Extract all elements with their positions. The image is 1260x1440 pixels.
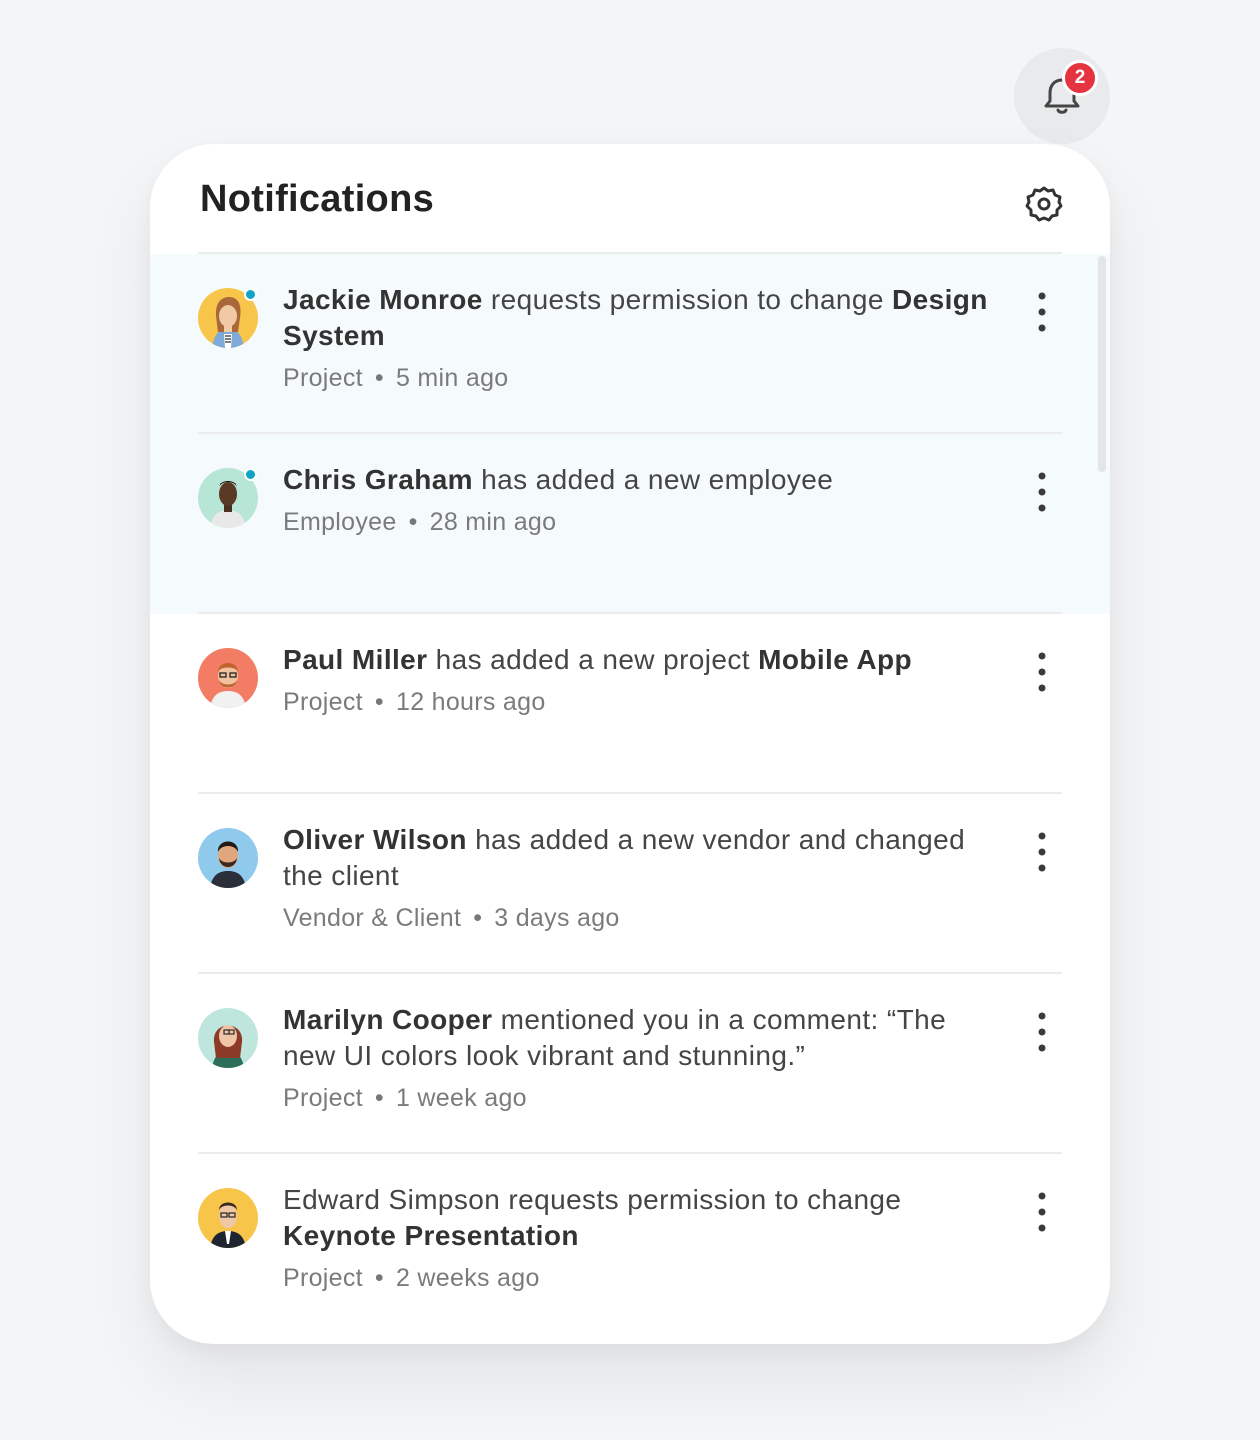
notification-user: Paul Miller	[283, 644, 428, 675]
gear-icon	[1025, 186, 1063, 222]
notification-meta: Vendor & Client • 3 days ago	[283, 904, 620, 933]
notification-target: Keynote Presentation	[283, 1220, 579, 1251]
notification-item[interactable]: Edward Simpson requests permission to ch…	[150, 1154, 1110, 1334]
notification-category: Vendor & Client	[283, 904, 462, 932]
more-options-button[interactable]	[1024, 652, 1060, 692]
meta-separator: •	[408, 508, 418, 536]
notification-action: has added a new project	[427, 644, 759, 675]
notification-bell-button[interactable]	[1014, 48, 1110, 144]
meta-separator: •	[374, 364, 384, 392]
more-vertical-icon	[1038, 472, 1046, 512]
notification-category: Project	[283, 1084, 363, 1112]
meta-separator: •	[374, 1084, 384, 1112]
meta-separator: •	[374, 688, 384, 716]
notification-meta: Employee • 28 min ago	[283, 508, 556, 537]
notification-time: 28 min ago	[429, 508, 557, 536]
more-vertical-icon	[1038, 292, 1046, 332]
settings-button[interactable]	[1022, 182, 1066, 226]
notification-meta: Project • 5 min ago	[283, 364, 508, 393]
notification-message: Paul Miller has added a new project Mobi…	[283, 642, 993, 678]
notifications-panel: Notifications Jackie Monroe requests per…	[150, 144, 1110, 1344]
avatar	[198, 1188, 258, 1248]
scrollbar[interactable]	[1098, 256, 1106, 472]
notification-time: 5 min ago	[395, 364, 509, 392]
notification-user: Jackie Monroe	[283, 284, 483, 315]
avatar	[198, 648, 258, 708]
more-vertical-icon	[1038, 1192, 1046, 1232]
notification-category: Employee	[283, 508, 397, 536]
meta-separator: •	[473, 904, 483, 932]
notification-item[interactable]: Paul Miller has added a new project Mobi…	[150, 614, 1110, 794]
more-options-button[interactable]	[1024, 472, 1060, 512]
meta-separator: •	[374, 1264, 384, 1292]
notification-action: has added a new employee	[472, 464, 834, 495]
avatar	[198, 828, 258, 888]
unread-indicator	[244, 288, 257, 301]
notification-time: 1 week ago	[395, 1084, 527, 1112]
notification-time: 12 hours ago	[395, 688, 546, 716]
notification-message: Edward Simpson requests permission to ch…	[283, 1182, 993, 1254]
notification-time: 2 weeks ago	[395, 1264, 540, 1292]
unread-indicator	[244, 468, 257, 481]
more-vertical-icon	[1038, 652, 1046, 692]
notification-item[interactable]: Marilyn Cooper mentioned you in a commen…	[150, 974, 1110, 1154]
notification-item[interactable]: Jackie Monroe requests permission to cha…	[150, 254, 1110, 434]
notification-user: Chris Graham	[283, 464, 473, 495]
notification-category: Project	[283, 688, 363, 716]
notification-category: Project	[283, 364, 363, 392]
panel-header: Notifications	[150, 144, 1110, 254]
notification-message: Marilyn Cooper mentioned you in a commen…	[283, 1002, 993, 1074]
notification-time: 3 days ago	[494, 904, 620, 932]
notification-message: Jackie Monroe requests permission to cha…	[283, 282, 993, 354]
notification-item[interactable]: Chris Graham has added a new employee Em…	[150, 434, 1110, 614]
notification-count-badge: 2	[1062, 60, 1098, 96]
notification-lead: Edward Simpson requests permission to ch…	[283, 1184, 902, 1215]
more-options-button[interactable]	[1024, 1192, 1060, 1232]
more-options-button[interactable]	[1024, 292, 1060, 332]
notification-target: Mobile App	[758, 644, 912, 675]
notification-message: Oliver Wilson has added a new vendor and…	[283, 822, 993, 894]
notification-message: Chris Graham has added a new employee	[283, 462, 993, 498]
notification-user: Marilyn Cooper	[283, 1004, 493, 1035]
notifications-list: Jackie Monroe requests permission to cha…	[150, 254, 1110, 1334]
more-options-button[interactable]	[1024, 1012, 1060, 1052]
panel-title: Notifications	[200, 178, 435, 220]
notification-item[interactable]: Oliver Wilson has added a new vendor and…	[150, 794, 1110, 974]
notification-user: Oliver Wilson	[283, 824, 467, 855]
more-options-button[interactable]	[1024, 832, 1060, 872]
notification-action: requests permission to change	[482, 284, 893, 315]
more-vertical-icon	[1038, 1012, 1046, 1052]
notification-meta: Project • 12 hours ago	[283, 688, 546, 717]
notification-meta: Project • 2 weeks ago	[283, 1264, 540, 1293]
notification-category: Project	[283, 1264, 363, 1292]
more-vertical-icon	[1038, 832, 1046, 872]
notification-meta: Project • 1 week ago	[283, 1084, 527, 1113]
avatar	[198, 1008, 258, 1068]
